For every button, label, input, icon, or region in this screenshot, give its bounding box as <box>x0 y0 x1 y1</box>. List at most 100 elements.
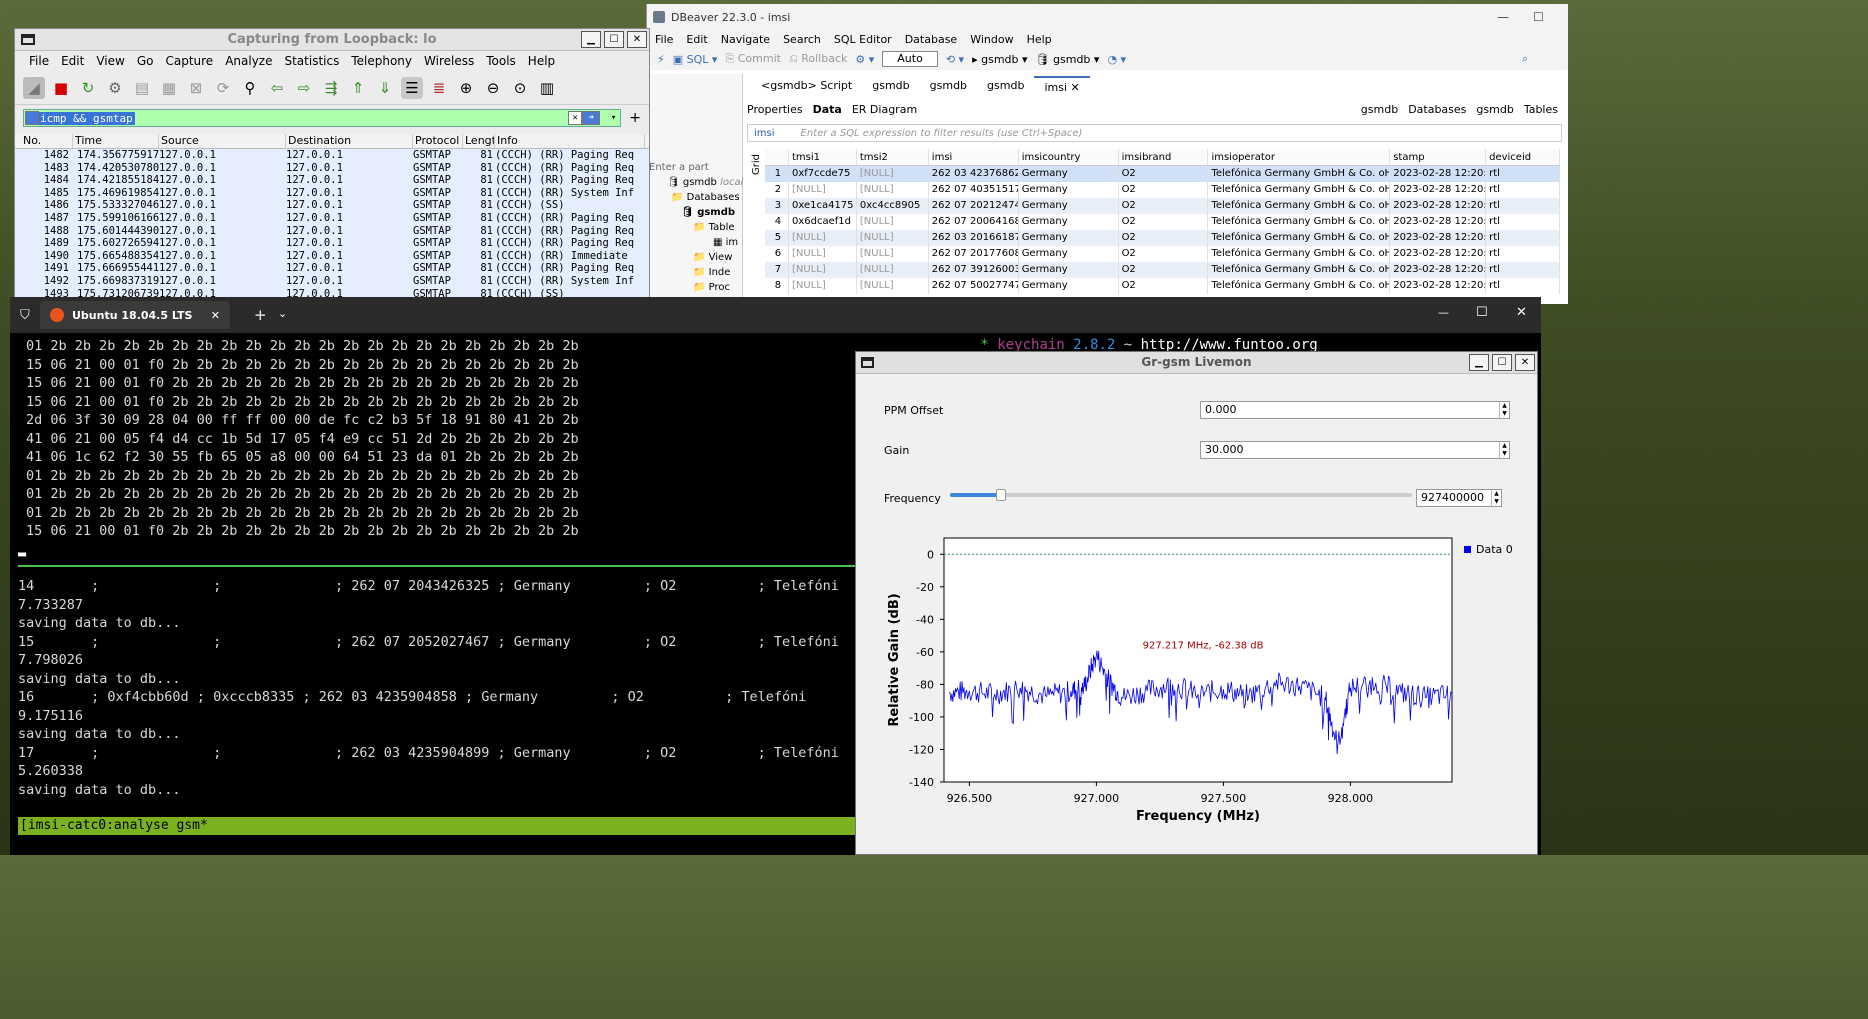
cell-tmsi1[interactable]: 0x6dcaef1d <box>789 214 857 230</box>
nav-gsmdb-db[interactable]: 🛢 gsmdb <box>681 207 735 218</box>
cell-tmsi2[interactable]: [NULL] <box>857 166 929 182</box>
go-to-packet-icon[interactable]: ⇶ <box>320 77 342 99</box>
spin-arrows-icon[interactable]: ▲ ▼ <box>1491 490 1501 506</box>
close-tab-icon[interactable]: ✕ <box>211 309 220 322</box>
cell-country[interactable]: Germany <box>1019 278 1119 294</box>
menu-go[interactable]: Go <box>131 54 160 68</box>
datasource-select[interactable]: ▸ gsmdb ▾ <box>972 53 1027 66</box>
col-destination[interactable]: Destination <box>286 134 413 148</box>
menu-file[interactable]: File <box>655 33 673 46</box>
cell-imsi[interactable]: 262 03 4237686280 <box>929 166 1019 182</box>
menu-telephony[interactable]: Telephony <box>345 54 418 68</box>
spin-arrows-icon[interactable]: ▲ ▼ <box>1499 402 1509 418</box>
col-time[interactable]: Time <box>73 134 159 148</box>
cell-dev[interactable]: rtl <box>1486 262 1560 278</box>
auto-commit-select[interactable]: Auto <box>882 51 938 67</box>
shield-icon[interactable]: ⛉ <box>20 308 30 323</box>
breadcrumb-gsmdb[interactable]: gsmdb <box>1361 103 1398 116</box>
cell-op[interactable]: Telefónica Germany GmbH & Co. oHG <box>1208 262 1391 278</box>
frequency-slider-handle[interactable] <box>995 489 1006 501</box>
cell-tmsi2[interactable]: [NULL] <box>857 246 929 262</box>
col-source[interactable]: Source <box>159 134 286 148</box>
close-icon[interactable]: ✕ <box>1071 81 1080 94</box>
minimize-icon[interactable]: — <box>1497 10 1509 24</box>
menu-statistics[interactable]: Statistics <box>278 54 345 68</box>
col-imsi[interactable]: imsi <box>929 149 1019 165</box>
go-back-icon[interactable]: ⇦ <box>266 77 288 99</box>
cell-stamp[interactable]: 2023-02-28 12:20:49 <box>1390 246 1487 262</box>
navigator-search[interactable]: Enter a part <box>649 162 709 173</box>
close-file-icon[interactable]: ⊠ <box>185 77 207 99</box>
autoscroll-icon[interactable]: ☰ <box>401 76 423 99</box>
cell-country[interactable]: Germany <box>1019 262 1119 278</box>
menu-database[interactable]: Database <box>905 33 958 46</box>
col-imsioperator[interactable]: imsioperator <box>1208 149 1391 165</box>
nav-imsi-table[interactable]: ▦ im <box>713 237 738 248</box>
commit-button[interactable]: ⎘ Commit <box>725 52 781 66</box>
subtab-properties[interactable]: Properties <box>747 103 803 116</box>
cell-imsi[interactable]: 262 07 4035151730 <box>929 182 1019 198</box>
packet-row[interactable]: 1491 175.666955441 127.0.0.1 127.0.0.1 GSMTA… <box>15 262 649 275</box>
cell-n[interactable]: 2 <box>765 182 789 198</box>
packet-row[interactable]: 1492 175.669837319 127.0.0.1 127.0.0.1 GSMTA… <box>15 275 649 288</box>
history-icon[interactable]: ⟲ ▾ <box>946 53 964 66</box>
display-filter-input[interactable]: icmp && gsmtap ✕ ➜ ▾ <box>23 109 622 127</box>
tab-gsmdb-2[interactable]: gsmdb <box>920 76 977 96</box>
last-packet-icon[interactable]: ⇓ <box>374 77 396 99</box>
table-row[interactable]: 40x6dcaef1d[NULL]262 07 2006416822German… <box>765 214 1560 230</box>
filter-history-icon[interactable]: ▾ <box>611 113 616 123</box>
col-imsicountry[interactable]: imsicountry <box>1019 149 1119 165</box>
tab-gsmdb-3[interactable]: gsmdb <box>977 76 1034 96</box>
cell-dev[interactable]: rtl <box>1486 182 1560 198</box>
cell-dev[interactable]: rtl <box>1486 198 1560 214</box>
cell-dev[interactable]: rtl <box>1486 214 1560 230</box>
cell-brand[interactable]: O2 <box>1119 230 1209 246</box>
table-row[interactable]: 10xf7ccde75[NULL]262 03 4237686280German… <box>765 166 1560 182</box>
tab-dropdown-icon[interactable]: ⌄ <box>278 307 287 320</box>
nav-procedures[interactable]: 📁 Proc <box>693 282 730 293</box>
open-file-icon[interactable]: ▤ <box>131 77 153 99</box>
menu-sql-editor[interactable]: SQL Editor <box>834 33 892 46</box>
cell-tmsi2[interactable]: [NULL] <box>857 214 929 230</box>
menu-view[interactable]: View <box>90 54 130 68</box>
cell-op[interactable]: Telefónica Germany GmbH & Co. oHG <box>1208 230 1391 246</box>
colorize-icon[interactable]: ≣ <box>428 77 450 99</box>
cell-stamp[interactable]: 2023-02-28 12:20:32 <box>1390 166 1487 182</box>
cell-stamp[interactable]: 2023-02-28 12:20:51 <box>1390 262 1487 278</box>
cell-country[interactable]: Germany <box>1019 182 1119 198</box>
capture-options-icon[interactable]: ⚙ <box>104 77 126 99</box>
zoom-reset-icon[interactable]: ⊙ <box>509 77 531 99</box>
packet-row[interactable]: 1487 175.599106166 127.0.0.1 127.0.0.1 GSMTA… <box>15 212 649 225</box>
cell-op[interactable]: Telefónica Germany GmbH & Co. oHG <box>1208 278 1391 294</box>
menu-edit[interactable]: Edit <box>55 54 90 68</box>
col-no[interactable]: No. <box>21 134 73 148</box>
grid-view-tab[interactable]: Grid <box>751 154 762 175</box>
col-stamp[interactable]: stamp <box>1390 149 1487 165</box>
cell-dev[interactable]: rtl <box>1486 230 1560 246</box>
cell-brand[interactable]: O2 <box>1119 278 1209 294</box>
packet-row[interactable]: 1486 175.533327046 127.0.0.1 127.0.0.1 GSMTA… <box>15 199 649 212</box>
cell-stamp[interactable]: 2023-02-28 12:20:47 <box>1390 214 1487 230</box>
table-row[interactable]: 8[NULL][NULL]262 07 5002774767GermanyO2T… <box>765 278 1560 294</box>
menu-window[interactable]: Window <box>970 33 1013 46</box>
packet-row[interactable]: 1489 175.602726594 127.0.0.1 127.0.0.1 GSMTA… <box>15 237 649 250</box>
add-filter-button[interactable]: + <box>629 110 641 126</box>
cell-imsi[interactable]: 262 07 2017760893 <box>929 246 1019 262</box>
col-length[interactable]: Length <box>463 134 495 148</box>
table-row[interactable]: 30xe1ca41750xc4cc8905262 07 2021247463Ge… <box>765 198 1560 214</box>
find-packet-icon[interactable]: ⚲ <box>239 77 261 99</box>
cell-tmsi1[interactable]: [NULL] <box>789 278 857 294</box>
cell-brand[interactable]: O2 <box>1119 262 1209 278</box>
cell-n[interactable]: 6 <box>765 246 789 262</box>
rollback-button[interactable]: ⎌ Rollback <box>789 52 847 66</box>
table-row[interactable]: 2[NULL][NULL]262 07 4035151730GermanyO2T… <box>765 182 1560 198</box>
sql-filter-input[interactable]: Enter a SQL expression to filter results… <box>781 128 1083 139</box>
cell-dev[interactable]: rtl <box>1486 278 1560 294</box>
menu-tools[interactable]: Tools <box>480 54 522 68</box>
cell-tmsi2[interactable]: [NULL] <box>857 262 929 278</box>
spin-arrows-icon[interactable]: ▲ ▼ <box>1499 442 1509 458</box>
save-file-icon[interactable]: ▦ <box>158 77 180 99</box>
packet-row[interactable]: 1488 175.601444390 127.0.0.1 127.0.0.1 GSMTA… <box>15 225 649 238</box>
cell-tmsi2[interactable]: [NULL] <box>857 278 929 294</box>
search-icon[interactable]: ⌕ <box>1522 52 1528 66</box>
